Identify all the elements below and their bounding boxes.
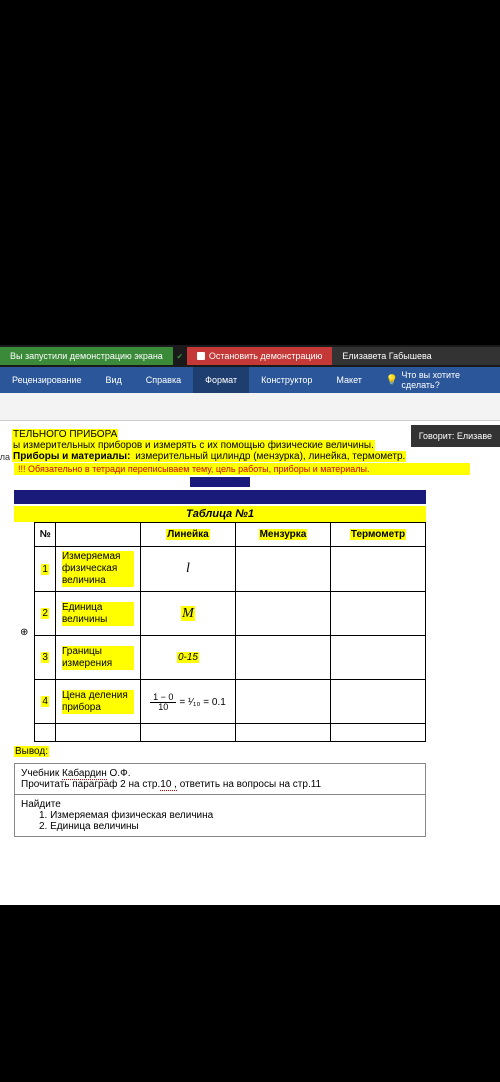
th-thermo: Термометр (330, 523, 425, 547)
table-row: 1 Измеряемая физическая величина l (14, 547, 426, 592)
table-row: 3 Границы измерения 0-15 (14, 636, 426, 680)
row4-label: Цена деления прибора (55, 680, 140, 724)
row3-beaker (235, 636, 330, 680)
row1-num: 1 (35, 547, 56, 592)
stop-share-button[interactable]: Остановить демонстрацию (187, 347, 333, 365)
tab-review[interactable]: Рецензирование (0, 367, 94, 393)
row3-ruler: 0-15 (140, 636, 235, 680)
share-user-label: Елизавета Габышева (342, 351, 431, 361)
row2-ruler: М (140, 592, 235, 636)
doc-title-partial: ТЕЛЬНОГО ПРИБОРА (12, 429, 118, 440)
instruments-text: измерительный цилиндр (мензурка), линейк… (131, 451, 406, 462)
homework-box-2: Найдите 1. Измеряемая физическая величин… (14, 795, 426, 837)
bracket-col: ⊕ (14, 523, 35, 742)
row2-beaker (235, 592, 330, 636)
tab-layout[interactable]: Макет (324, 367, 373, 393)
row1-ruler: l (140, 547, 235, 592)
share-check-icon: ✔ (173, 349, 187, 363)
ribbon-tabs: Рецензирование Вид Справка Формат Констр… (0, 367, 500, 393)
hw-line1: Учебник Кабардин О.Ф. (21, 768, 419, 779)
homework-box: Учебник Кабардин О.Ф. Прочитать параграф… (14, 763, 426, 795)
tell-me-label: Что вы хотите сделать? (401, 370, 488, 390)
tab-view[interactable]: Вид (94, 367, 134, 393)
screen-share-status: Вы запустили демонстрацию экрана (0, 347, 173, 365)
blue-small-strip (190, 477, 250, 487)
document-area[interactable]: ТЕЛЬНОГО ПРИБОРА ы измерительных приборо… (0, 421, 500, 905)
row3-thermo (330, 636, 425, 680)
hw-find: Найдите (21, 799, 419, 810)
row3-num: 3 (35, 636, 56, 680)
th-blank (55, 523, 140, 547)
tab-designer[interactable]: Конструктор (249, 367, 324, 393)
row1-label: Измеряемая физическая величина (55, 547, 140, 592)
row4-beaker (235, 680, 330, 724)
table-row: 2 Единица величины М (14, 592, 426, 636)
th-num: № (35, 523, 56, 547)
speaking-badge: Говорит: Елизаве (411, 425, 500, 447)
ribbon-toolbar (0, 393, 500, 421)
stop-icon (197, 352, 205, 360)
row2-label: Единица величины (55, 592, 140, 636)
row4-num: 4 (35, 680, 56, 724)
goal-line: ы измерительных приборов и измерять с их… (12, 440, 375, 451)
table-title: Таблица №1 (14, 506, 426, 522)
th-beaker: Мензурка (235, 523, 330, 547)
row3-label: Границы измерения (55, 636, 140, 680)
share-running-label: Вы запустили демонстрацию экрана (10, 351, 163, 361)
stop-share-label: Остановить демонстрацию (209, 351, 323, 361)
row4-ruler: 1 − 0 10 = ¹⁄₁₀ = 0.1 (140, 680, 235, 724)
th-ruler: Линейка (140, 523, 235, 547)
share-user: Елизавета Габышева (332, 347, 500, 365)
instruments-label: Приборы и материалы: (12, 451, 131, 462)
table-row-extra (14, 724, 426, 742)
blue-strip (14, 490, 426, 504)
row4-thermo (330, 680, 425, 724)
row2-thermo (330, 592, 425, 636)
app-window: Вы запустили демонстрацию экрана ✔ Остан… (0, 345, 500, 905)
tab-format[interactable]: Формат (193, 367, 249, 393)
row1-beaker (235, 547, 330, 592)
tab-help[interactable]: Справка (134, 367, 193, 393)
vyvod-label: Вывод: (14, 746, 49, 757)
hw-li2: 2. Единица величины (21, 821, 419, 832)
screen-share-bar: Вы запустили демонстрацию экрана ✔ Остан… (0, 345, 500, 367)
row2-num: 2 (35, 592, 56, 636)
lab-table: ⊕ № Линейка Мензурка Термометр 1 Измеряе… (14, 522, 426, 742)
table-header-row: ⊕ № Линейка Мензурка Термометр (14, 523, 426, 547)
side-formula-label: ула (0, 451, 12, 463)
bulb-icon: 💡 (386, 375, 398, 386)
document-content: ТЕЛЬНОГО ПРИБОРА ы измерительных приборо… (0, 429, 470, 837)
red-note: !!! Обязательно в тетради переписываем т… (14, 463, 470, 475)
phone-status-bar (0, 0, 500, 30)
tell-me-box[interactable]: 💡 Что вы хотите сделать? (374, 367, 500, 393)
row1-thermo (330, 547, 425, 592)
table-row: 4 Цена деления прибора 1 − 0 10 = ¹⁄₁₀ =… (14, 680, 426, 724)
hw-li1: 1. Измеряемая физическая величина (21, 810, 419, 821)
hw-line2: Прочитать параграф 2 на стр.10 , ответит… (21, 779, 419, 790)
